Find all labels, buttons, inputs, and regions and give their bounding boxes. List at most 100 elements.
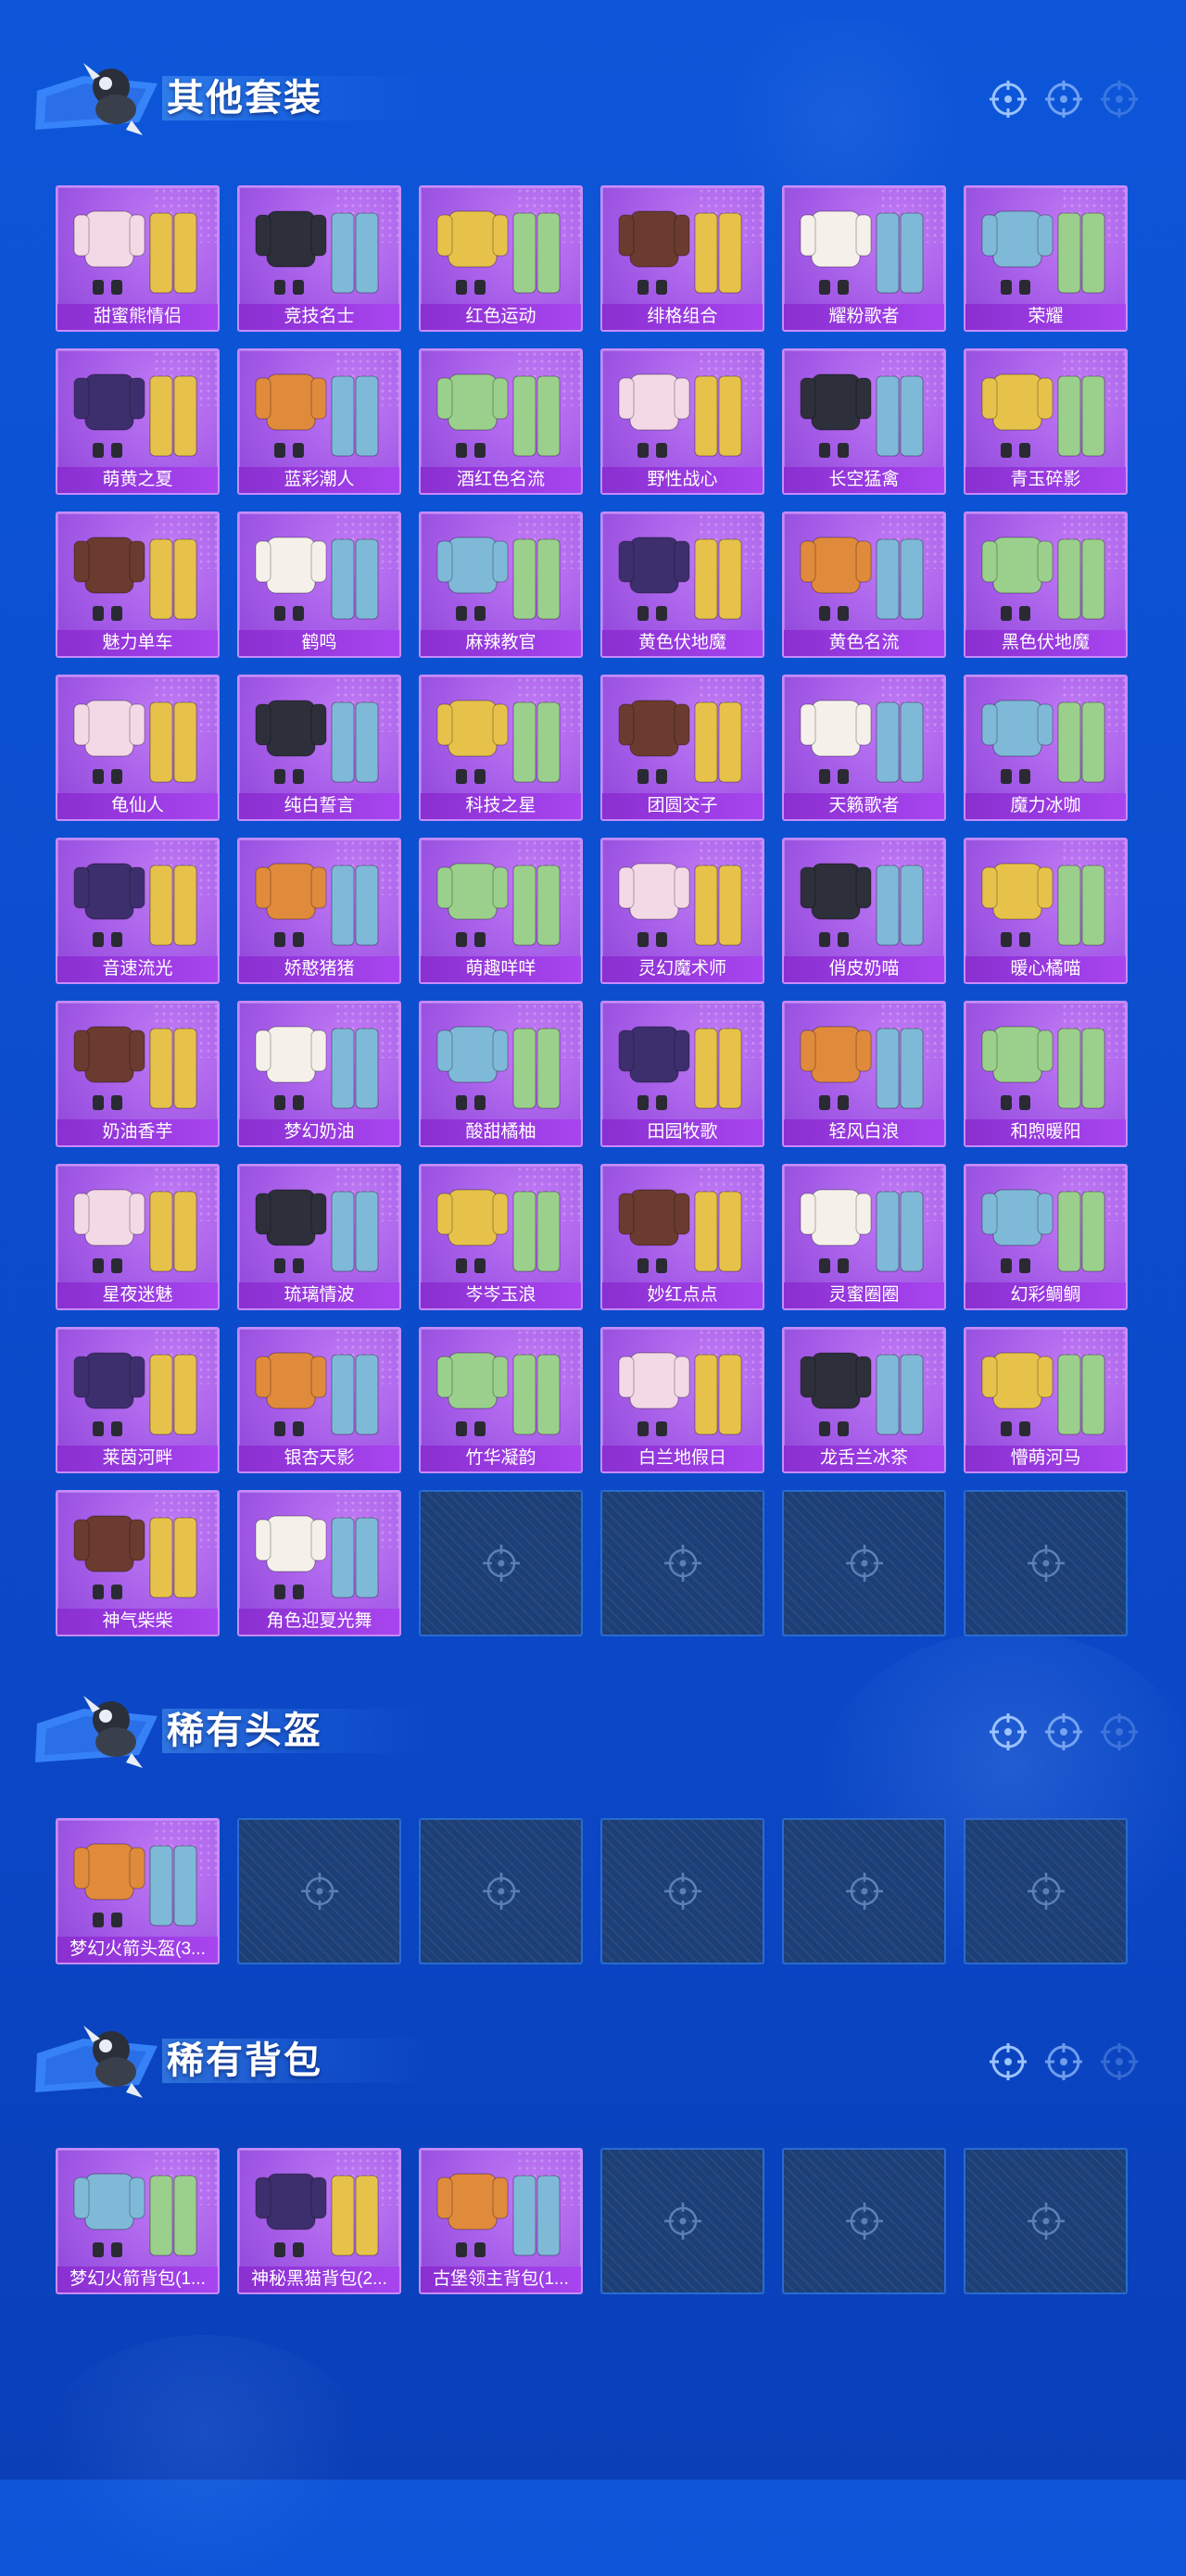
item-card[interactable]: 酸甜橘柚 [419, 1001, 583, 1147]
item-thumbnail [73, 1515, 197, 1599]
item-card[interactable]: 麻辣教官 [419, 511, 583, 658]
empty-slot [600, 2148, 764, 2294]
item-thumbnail [618, 863, 742, 947]
background-parachute-decoration [37, 2335, 371, 2576]
crosshair-icon [1101, 2043, 1138, 2080]
item-card[interactable]: 天籁歌者 [782, 675, 946, 821]
item-name: 耀粉歌者 [784, 304, 944, 330]
item-name: 白兰地假日 [602, 1446, 763, 1471]
item-card[interactable]: 轻风白浪 [782, 1001, 946, 1147]
item-card[interactable]: 莱茵河畔 [56, 1327, 220, 1473]
item-name: 幻彩鲷鲷 [965, 1282, 1126, 1308]
item-card[interactable]: 音速流光 [56, 838, 220, 984]
header-crosshair-group [988, 1711, 1140, 1752]
item-card[interactable]: 黄色伏地魔 [600, 511, 764, 658]
item-name: 灵蜜圈圈 [784, 1282, 944, 1308]
item-thumbnail [436, 1352, 561, 1436]
item-card[interactable]: 懵萌河马 [964, 1327, 1128, 1473]
item-card[interactable]: 龟仙人 [56, 675, 220, 821]
crosshair-icon [846, 2203, 883, 2240]
item-card[interactable]: 青玉碎影 [964, 348, 1128, 495]
item-thumbnail [73, 700, 197, 784]
item-card[interactable]: 神秘黑猫背包(2... [237, 2148, 401, 2294]
item-thumbnail [800, 863, 924, 947]
item-card[interactable]: 妙红点点 [600, 1164, 764, 1310]
item-name: 黑色伏地魔 [965, 630, 1126, 656]
item-card[interactable]: 龙舌兰冰茶 [782, 1327, 946, 1473]
crosshair-icon [1028, 2203, 1065, 2240]
item-card[interactable]: 野性战心 [600, 348, 764, 495]
item-card[interactable]: 梦幻火箭头盔(3... [56, 1818, 220, 1964]
item-card[interactable]: 竹华凝韵 [419, 1327, 583, 1473]
item-name: 长空猛禽 [784, 467, 944, 493]
item-thumbnail [436, 2173, 561, 2257]
item-card[interactable]: 琉璃情波 [237, 1164, 401, 1310]
item-card[interactable]: 竞技名士 [237, 185, 401, 332]
empty-slot [964, 1818, 1128, 1964]
empty-slot [419, 1490, 583, 1636]
item-card[interactable]: 荣耀 [964, 185, 1128, 332]
item-card[interactable]: 萌黄之夏 [56, 348, 220, 495]
item-card[interactable]: 甜蜜熊情侣 [56, 185, 220, 332]
item-card[interactable]: 团圆交子 [600, 675, 764, 821]
item-card[interactable]: 角色迎夏光舞 [237, 1490, 401, 1636]
item-name: 青玉碎影 [965, 467, 1126, 493]
item-thumbnail [981, 1026, 1105, 1110]
item-name: 黄色伏地魔 [602, 630, 763, 656]
crosshair-icon [664, 1873, 701, 1910]
item-card[interactable]: 暖心橘喵 [964, 838, 1128, 984]
header-crosshair-group [988, 79, 1140, 120]
item-card[interactable]: 魅力单车 [56, 511, 220, 658]
item-card[interactable]: 萌趣咩咩 [419, 838, 583, 984]
crosshair-icon [990, 2043, 1027, 2080]
item-card[interactable]: 绯格组合 [600, 185, 764, 332]
item-thumbnail [73, 373, 197, 458]
item-card[interactable]: 银杏天影 [237, 1327, 401, 1473]
crosshair-icon [1045, 2043, 1082, 2080]
item-thumbnail [800, 1352, 924, 1436]
item-card[interactable]: 科技之星 [419, 675, 583, 821]
item-card[interactable]: 古堡领主背包(1... [419, 2148, 583, 2294]
item-card[interactable]: 和煦暖阳 [964, 1001, 1128, 1147]
item-card[interactable]: 魔力冰咖 [964, 675, 1128, 821]
item-card[interactable]: 白兰地假日 [600, 1327, 764, 1473]
item-thumbnail [800, 210, 924, 295]
item-name: 野性战心 [602, 467, 763, 493]
crosshair-icon [990, 81, 1027, 118]
item-card[interactable]: 黄色名流 [782, 511, 946, 658]
item-thumbnail [73, 1352, 197, 1436]
item-card[interactable]: 纯白誓言 [237, 675, 401, 821]
item-card[interactable]: 灵蜜圈圈 [782, 1164, 946, 1310]
item-thumbnail [800, 1189, 924, 1273]
item-thumbnail [800, 537, 924, 621]
item-card[interactable]: 长空猛禽 [782, 348, 946, 495]
item-card[interactable]: 梦幻奶油 [237, 1001, 401, 1147]
crosshair-icon [846, 1873, 883, 1910]
item-thumbnail [800, 1026, 924, 1110]
item-card[interactable]: 神气柴柴 [56, 1490, 220, 1636]
item-card[interactable]: 红色运动 [419, 185, 583, 332]
item-thumbnail [255, 1026, 379, 1110]
item-card[interactable]: 灵幻魔术师 [600, 838, 764, 984]
item-name: 魔力冰咖 [965, 793, 1126, 819]
item-card[interactable]: 田园牧歌 [600, 1001, 764, 1147]
item-card[interactable]: 娇憨猪猪 [237, 838, 401, 984]
item-name: 奶油香芋 [57, 1119, 218, 1145]
item-card[interactable]: 耀粉歌者 [782, 185, 946, 332]
item-thumbnail [618, 210, 742, 295]
item-name: 暖心橘喵 [965, 956, 1126, 982]
item-card[interactable]: 蓝彩潮人 [237, 348, 401, 495]
item-card[interactable]: 幻彩鲷鲷 [964, 1164, 1128, 1310]
item-thumbnail [436, 1026, 561, 1110]
item-card[interactable]: 奶油香芋 [56, 1001, 220, 1147]
item-thumbnail [436, 700, 561, 784]
item-card[interactable]: 梦幻火箭背包(1... [56, 2148, 220, 2294]
item-card[interactable]: 岑岑玉浪 [419, 1164, 583, 1310]
skydiver-mascot-icon [35, 1696, 158, 1768]
empty-slot [964, 2148, 1128, 2294]
item-card[interactable]: 酒红色名流 [419, 348, 583, 495]
item-card[interactable]: 俏皮奶喵 [782, 838, 946, 984]
item-card[interactable]: 鹤鸣 [237, 511, 401, 658]
item-card[interactable]: 黑色伏地魔 [964, 511, 1128, 658]
item-card[interactable]: 星夜迷魅 [56, 1164, 220, 1310]
